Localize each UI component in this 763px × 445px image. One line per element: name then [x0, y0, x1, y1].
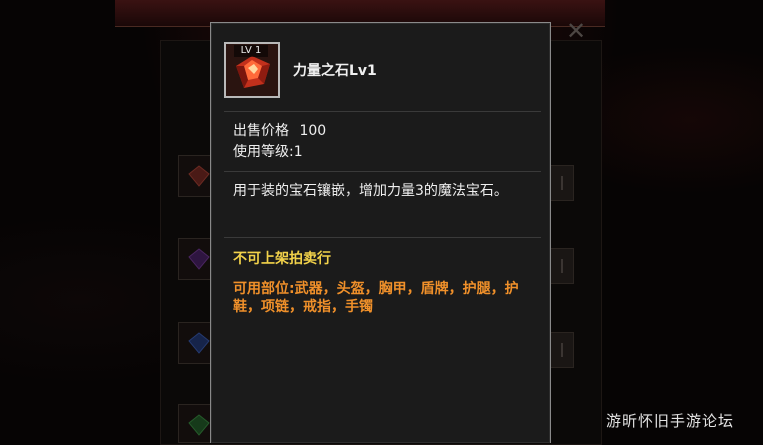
- item-tooltip: LV 1 力量之石Lv1 出售价格 100 使用等级:1 用于装的宝石镶嵌，增加…: [210, 22, 551, 443]
- divider: [224, 171, 541, 172]
- divider: [224, 237, 541, 238]
- gem-icon: [188, 165, 210, 187]
- gem-icon: [188, 332, 210, 354]
- background-side-button[interactable]: [550, 165, 574, 201]
- item-level-badge: LV 1: [234, 45, 268, 57]
- close-icon[interactable]: ✕: [562, 17, 590, 45]
- gem-icon: [188, 248, 210, 270]
- trade-restriction: 不可上架拍卖行: [233, 251, 331, 267]
- sell-price-label: 出售价格: [233, 123, 289, 139]
- divider: [224, 111, 541, 112]
- item-icon-frame: LV 1: [224, 42, 280, 98]
- watermark: 游昕怀旧手游论坛: [606, 412, 735, 430]
- sell-price-value: 100: [299, 123, 327, 139]
- background-side-button[interactable]: [550, 332, 574, 368]
- item-name: 力量之石Lv1: [293, 63, 377, 79]
- item-description: 用于装的宝石镶嵌，增加力量3的魔法宝石。: [233, 183, 508, 199]
- sell-price-row: 出售价格 100: [233, 121, 326, 141]
- background-side-button[interactable]: [550, 248, 574, 284]
- usable-slots: 可用部位:武器，头盔，胸甲，盾牌，护腿，护鞋，项链，戒指，手镯: [233, 280, 533, 316]
- usable-slots-label: 可用部位:: [233, 281, 295, 297]
- gem-icon: [188, 414, 210, 436]
- use-level: 使用等级:1: [233, 144, 303, 160]
